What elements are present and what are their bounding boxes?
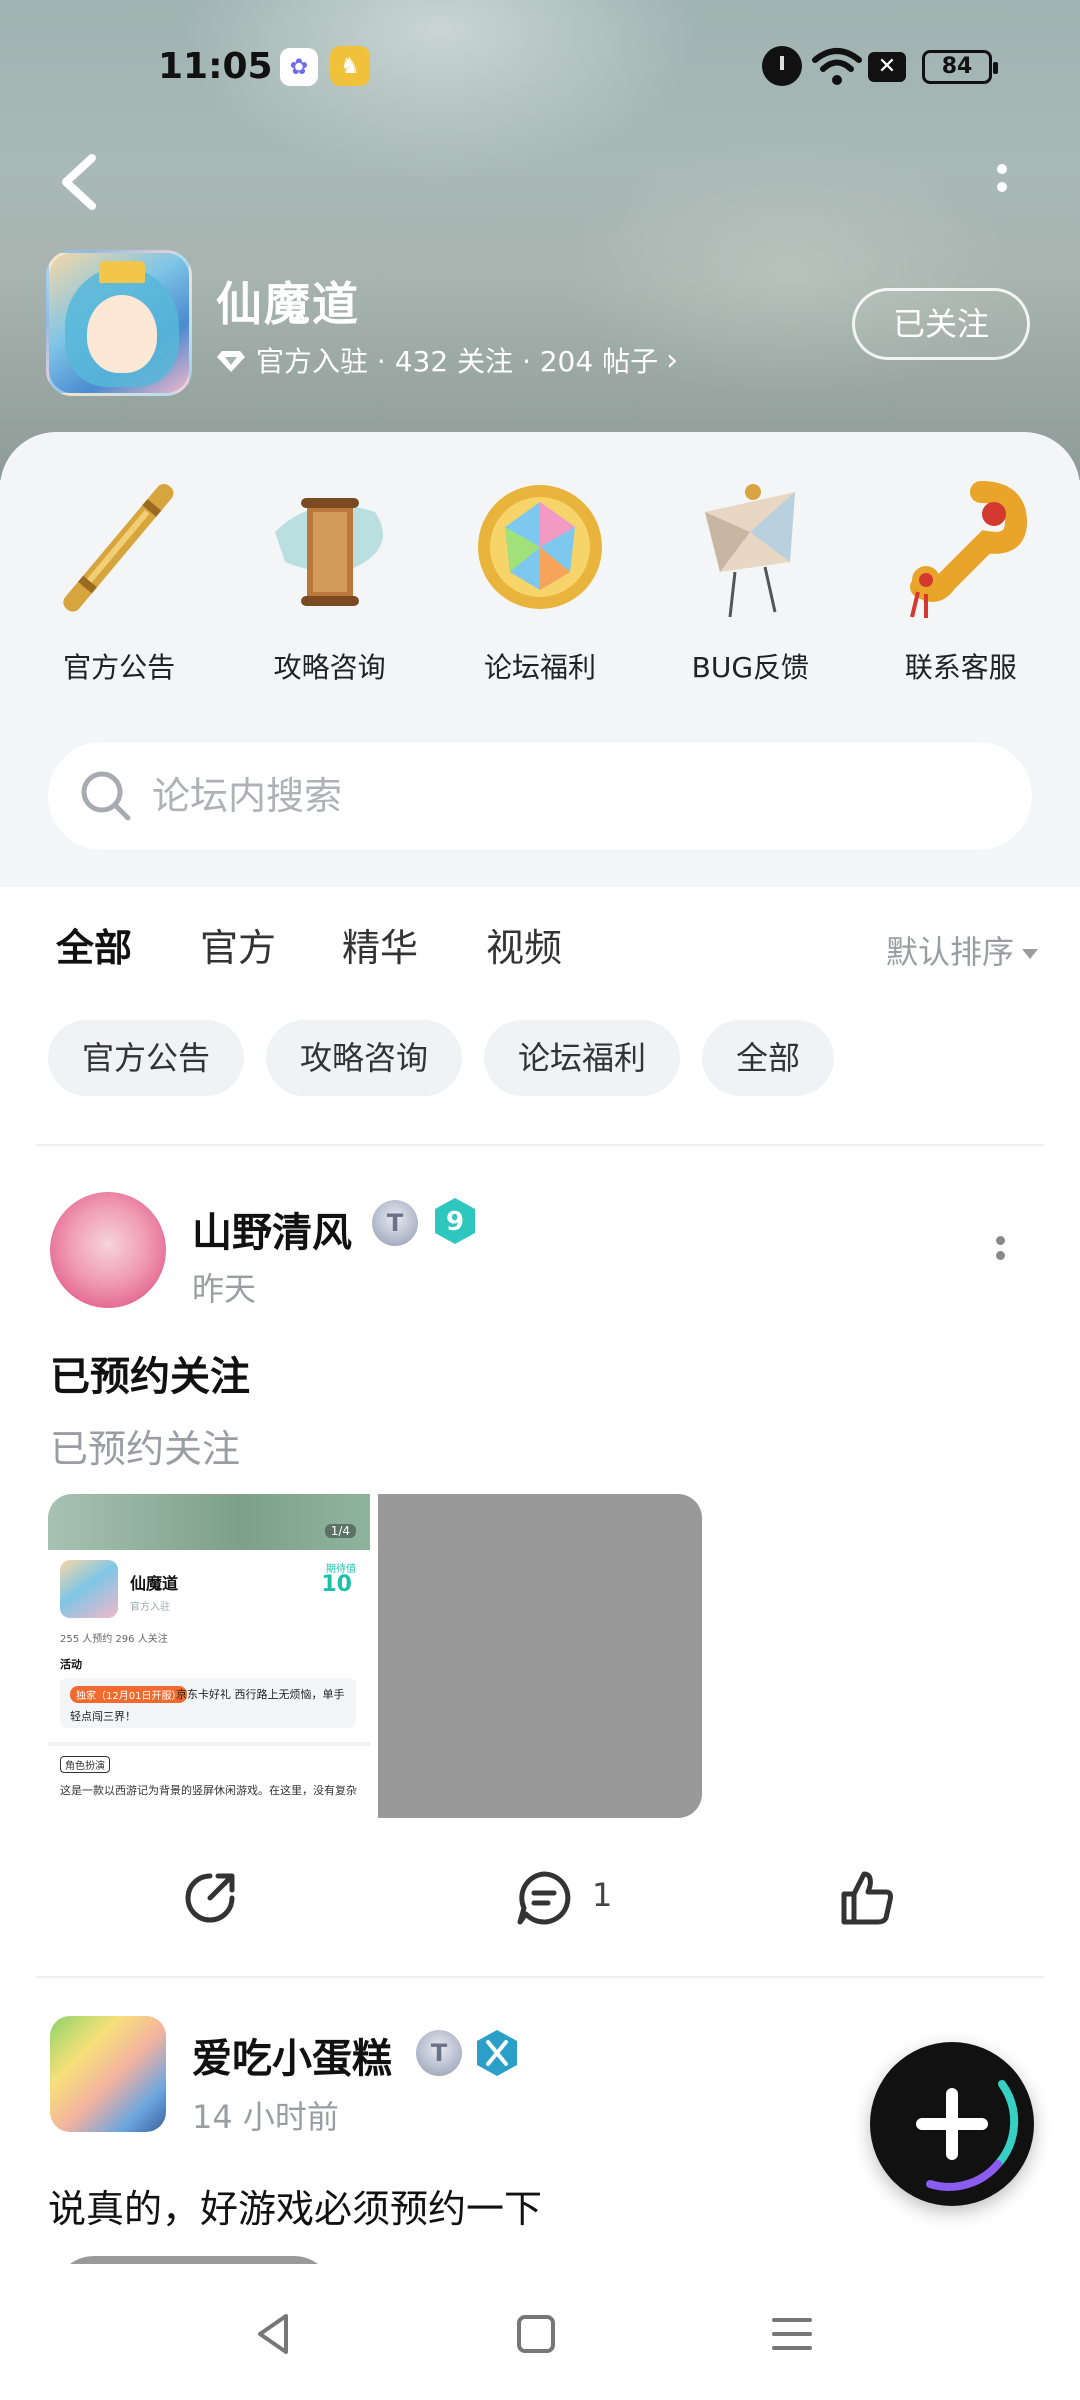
chip-forum-benefits[interactable]: 论坛福利 <box>484 1020 681 1096</box>
header-banner: 11:05 ✿ ♞ ✕ 84 仙魔道 官方入驻 · 432 关注 · 204 帖… <box>0 0 1080 480</box>
gem-icon <box>477 485 602 609</box>
mini-activity-header: 活动 <box>60 1658 82 1671</box>
scroll-icon <box>274 498 383 606</box>
tab-video[interactable]: 视频 <box>486 917 562 972</box>
mini-game-title: 仙魔道 <box>130 1574 179 1593</box>
plus-icon <box>916 2080 1019 2191</box>
entry-label: 攻略咨询 <box>273 651 386 684</box>
like-icon[interactable] <box>836 1868 896 1928</box>
no-sim-icon: ✕ <box>868 52 906 82</box>
share-icon[interactable] <box>180 1868 240 1928</box>
chevron-right-icon: › <box>666 342 679 378</box>
comment-count: 1 <box>592 1876 613 1914</box>
sword-badge-icon <box>477 2030 517 2076</box>
status-bar: 11:05 ✿ ♞ ✕ 84 <box>0 40 1080 96</box>
tab-all[interactable]: 全部 <box>56 917 133 980</box>
game-meta-link[interactable]: 官方入驻 · 432 关注 · 204 帖子 › <box>216 340 678 380</box>
post-actions: 1 <box>0 1858 1080 1938</box>
diamond-icon <box>217 351 245 372</box>
post-image-placeholder[interactable] <box>378 1494 702 1818</box>
comment-icon[interactable] <box>514 1868 574 1928</box>
battery-icon: 84 <box>922 50 998 84</box>
identity-badge-icon: T <box>416 2030 462 2076</box>
divider <box>48 1742 370 1746</box>
avatar[interactable] <box>50 2016 166 2132</box>
level-value: 9 <box>446 1207 464 1237</box>
entry-official-announcement[interactable]: 官方公告 <box>24 472 214 686</box>
tab-featured[interactable]: 精华 <box>342 917 418 972</box>
mini-activity-text: 京东卡好礼 西行路上无烦恼，单手 <box>176 1688 345 1701</box>
chip-official-announcement[interactable]: 官方公告 <box>48 1020 245 1096</box>
entry-label: 联系客服 <box>904 651 1017 684</box>
entry-contact-support[interactable]: 联系客服 <box>866 472 1056 686</box>
mini-description: 这是一款以西游记为背景的竖屏休闲游戏。在这里，没有复杂 <box>60 1784 357 1797</box>
mini-activity-card: 独家（12月01日开服） 京东卡好礼 西行路上无烦恼，单手 轻点闯三界！ <box>60 1678 356 1728</box>
nav-home-icon[interactable] <box>506 2304 566 2364</box>
post-title[interactable]: 已预约关注 <box>50 1344 250 1402</box>
chip-strategy[interactable]: 攻略咨询 <box>266 1020 463 1096</box>
mini-game-icon <box>60 1560 118 1618</box>
kite-icon <box>705 484 796 618</box>
mini-activity-text: 轻点闯三界！ <box>70 1710 136 1723</box>
nav-menu-icon[interactable] <box>762 2304 822 2364</box>
post-excerpt[interactable]: 已预约关注 <box>50 1418 240 1473</box>
game-avatar[interactable] <box>46 250 192 396</box>
entry-bug-feedback[interactable]: BUG反馈 <box>655 472 845 686</box>
ruyi-icon <box>909 481 1027 618</box>
follow-button[interactable]: 已关注 <box>852 288 1030 360</box>
entry-label: BUG反馈 <box>691 651 810 684</box>
avatar[interactable] <box>50 1192 166 1308</box>
wifi-icon <box>812 48 862 85</box>
search-input[interactable] <box>152 774 1012 818</box>
game-title: 仙魔道 <box>216 277 360 331</box>
sort-dropdown[interactable]: 默认排序 <box>886 927 1038 973</box>
status-time: 11:05 <box>158 46 273 87</box>
divider <box>36 1976 1044 1978</box>
post-images: 1/4 仙魔道 官方入驻 期待值 10 255 人预约 296 人关注 活动 独… <box>48 1494 702 1818</box>
game-meta-text: 官方入驻 · 432 关注 · 204 帖子 <box>256 345 659 378</box>
post-time: 14 小时前 <box>192 2098 339 2136</box>
tab-official[interactable]: 官方 <box>200 917 276 972</box>
sort-label: 默认排序 <box>885 933 1014 971</box>
post-image-screenshot[interactable]: 1/4 仙魔道 官方入驻 期待值 10 255 人预约 296 人关注 活动 独… <box>48 1494 370 1818</box>
mini-stats: 255 人预约 296 人关注 <box>60 1634 168 1645</box>
post-more-button[interactable] <box>996 1230 1008 1266</box>
mini-activity-tag: 独家（12月01日开服） <box>70 1686 188 1703</box>
create-post-button[interactable] <box>870 2042 1034 2206</box>
system-nav-bar <box>0 2264 1080 2400</box>
mini-score: 10 <box>321 1572 352 1597</box>
quick-entries-panel: 官方公告 攻略咨询 论坛福利 BUG反馈 联系客服 论坛内搜索 <box>0 432 1080 887</box>
chip-all[interactable]: 全部 <box>702 1020 835 1096</box>
identity-badge-icon: T <box>372 1200 418 1246</box>
forum-page: 11:05 ✿ ♞ ✕ 84 仙魔道 官方入驻 · 432 关注 · 204 帖… <box>0 0 1080 2400</box>
entry-label: 官方公告 <box>63 651 176 684</box>
entry-label: 论坛福利 <box>483 651 596 684</box>
back-button[interactable] <box>52 150 108 214</box>
post-username[interactable]: 山野清风 <box>192 1200 352 1258</box>
post-username[interactable]: 爱吃小蛋糕 <box>192 2026 392 2084</box>
caret-down-icon <box>1022 949 1038 959</box>
bamboo-staff-icon <box>63 483 174 612</box>
mini-official: 官方入驻 <box>130 1602 170 1613</box>
post-filter-tabs: 全部 官方 精华 视频 默认排序 <box>0 887 1080 1007</box>
category-chips: 官方公告 攻略咨询 论坛福利 全部 <box>48 1020 835 1096</box>
nav-back-icon[interactable] <box>246 2304 306 2364</box>
divider <box>36 1144 1044 1146</box>
post-time: 昨天 <box>192 1270 257 1308</box>
level-badge-icon: 9 <box>435 1198 475 1244</box>
alarm-icon <box>762 46 802 86</box>
search-icon <box>81 771 131 821</box>
mini-role-tag: 角色扮演 <box>60 1756 110 1773</box>
entry-strategy[interactable]: 攻略咨询 <box>235 472 425 686</box>
post-text[interactable]: 说真的，好游戏必须预约一下 <box>48 2178 542 2233</box>
forum-search-bar[interactable] <box>48 742 1032 850</box>
entry-forum-benefits[interactable]: 论坛福利 <box>445 472 635 686</box>
more-options-button[interactable] <box>990 160 1014 204</box>
app-notification-icon: ✿ <box>280 48 318 86</box>
game-notification-icon: ♞ <box>330 46 370 86</box>
page-indicator: 1/4 <box>324 1524 356 1538</box>
